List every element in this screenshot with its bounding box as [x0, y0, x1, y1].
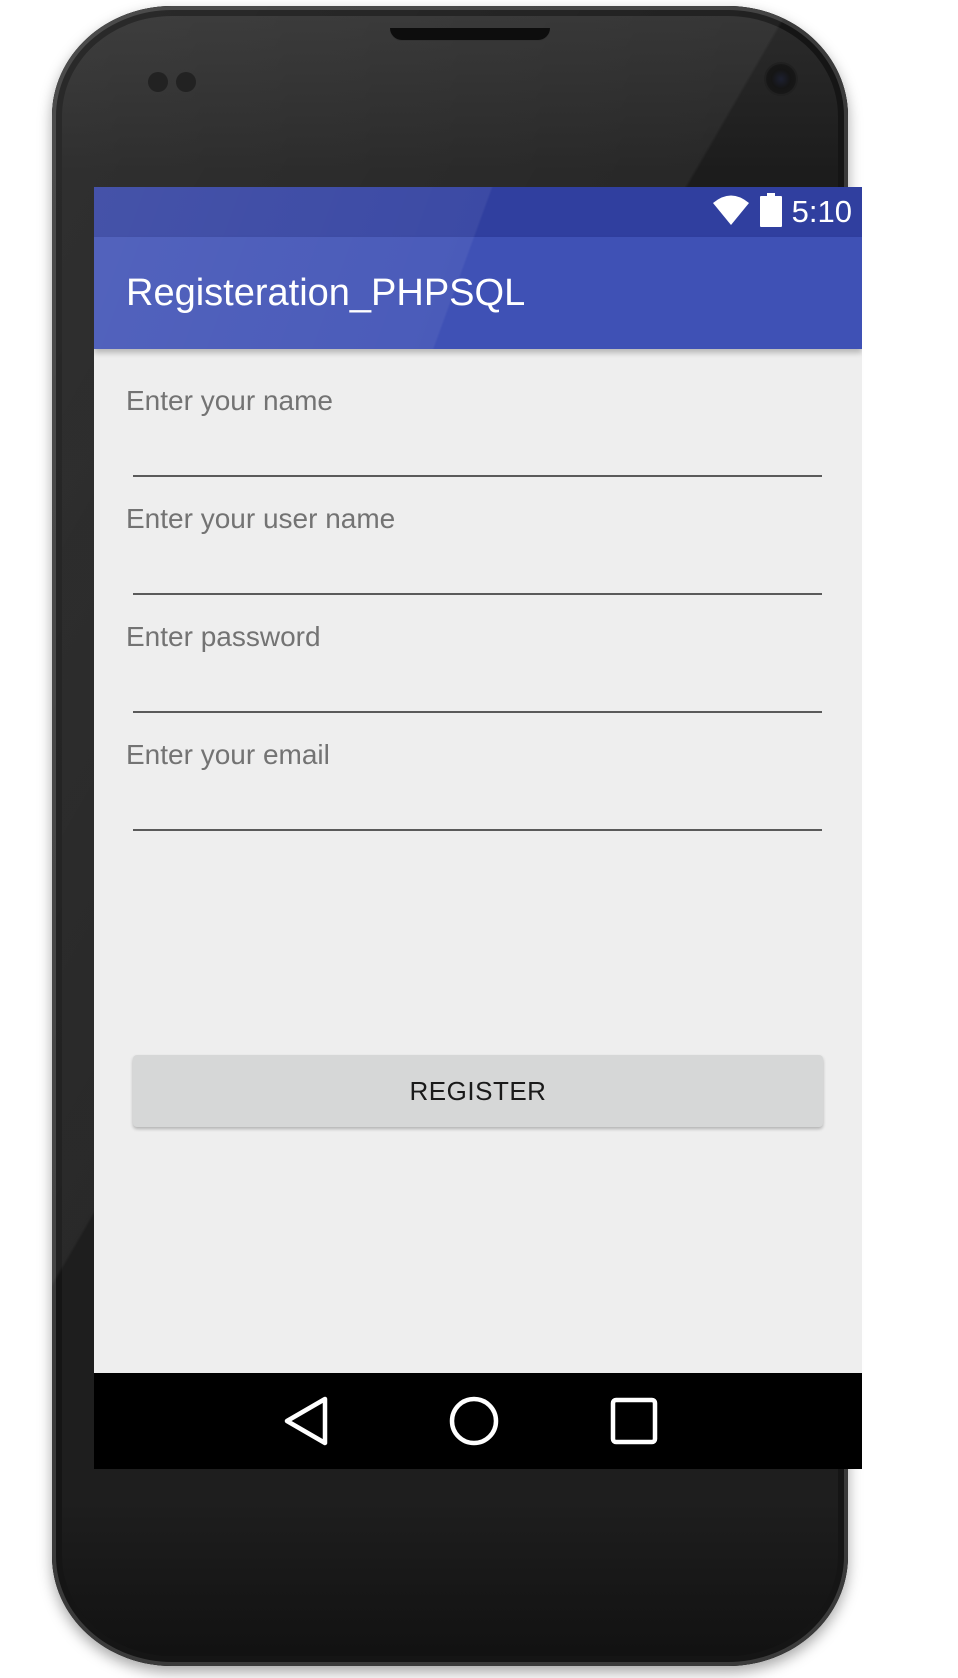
password-field-hint: Enter password	[126, 621, 321, 652]
email-field[interactable]: Enter your email	[126, 703, 822, 831]
back-icon[interactable]	[276, 1391, 336, 1451]
device-screen: 5:10 Registeration_PHPSQL Enter your nam…	[94, 187, 862, 1469]
status-bar: 5:10	[94, 187, 862, 237]
recents-icon[interactable]	[604, 1391, 664, 1451]
password-field[interactable]: Enter password	[126, 585, 822, 713]
earpiece-speaker	[390, 28, 550, 40]
status-icons: 5:10	[712, 187, 852, 237]
email-field-underline	[133, 829, 822, 831]
status-time: 5:10	[791, 194, 852, 229]
front-camera	[766, 64, 796, 94]
navigation-bar	[94, 1373, 862, 1469]
email-field-hint: Enter your email	[126, 739, 330, 770]
app-title: Registeration_PHPSQL	[126, 272, 526, 314]
light-sensor	[176, 72, 196, 92]
register-button[interactable]: REGISTER	[133, 1055, 823, 1127]
username-field-hint: Enter your user name	[126, 503, 396, 534]
username-field[interactable]: Enter your user name	[126, 467, 822, 595]
proximity-sensor	[148, 72, 168, 92]
wifi-icon	[712, 194, 750, 231]
name-field-hint: Enter your name	[126, 385, 333, 416]
battery-icon	[759, 192, 782, 232]
home-icon[interactable]	[444, 1391, 504, 1451]
app-bar: Registeration_PHPSQL	[94, 237, 862, 349]
name-field[interactable]: Enter your name	[126, 349, 822, 477]
